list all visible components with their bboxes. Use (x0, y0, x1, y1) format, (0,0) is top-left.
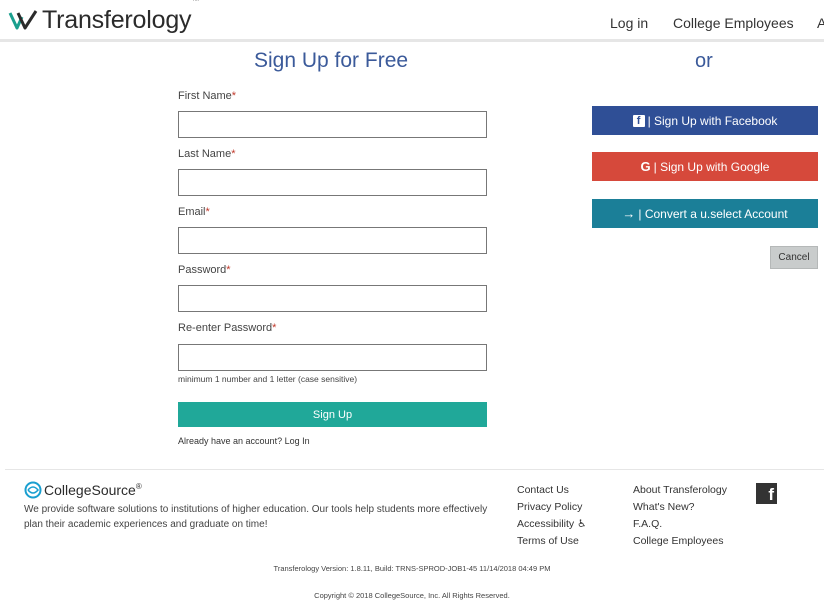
first-name-input[interactable] (178, 111, 487, 138)
nav-log-in[interactable]: Log in (610, 15, 648, 31)
or-divider-text: or (695, 50, 713, 72)
footer-link-privacy-policy[interactable]: Privacy Policy (517, 501, 582, 513)
collegesource-description: We provide software solutions to institu… (24, 504, 488, 530)
footer-link-faq[interactable]: F.A.Q. (633, 518, 662, 530)
uselect-convert-label: | Convert a u.select Account (638, 206, 788, 221)
top-header: Transferology™ Log in College Employees … (0, 0, 824, 42)
google-icon: G (640, 159, 651, 174)
last-name-label: Last Name* (178, 148, 236, 160)
already-have-account-link[interactable]: Already have an account? Log In (178, 436, 310, 446)
transferology-logo[interactable]: Transferology™ (8, 0, 200, 35)
footer-link-college-employees[interactable]: College Employees (633, 535, 723, 547)
footer-divider (5, 469, 824, 470)
footer-link-about[interactable]: About Transferology (633, 484, 727, 496)
footer-link-accessibility[interactable]: Accessibility ♿ (517, 518, 587, 530)
footer-link-contact-us[interactable]: Contact Us (517, 484, 569, 496)
footer-link-whats-new[interactable]: What's New? (633, 501, 695, 513)
transferology-check-icon (8, 9, 38, 29)
accessibility-icon: ♿ (577, 518, 587, 530)
collegesource-globe-icon (24, 481, 42, 499)
copyright-text: Copyright © 2018 CollegeSource, Inc. All… (314, 591, 510, 600)
reenter-password-label: Re-enter Password* (178, 322, 277, 334)
collegesource-logo[interactable]: CollegeSource® (24, 481, 142, 499)
logo-text: Transferology™ (42, 0, 200, 34)
facebook-icon: f (632, 114, 645, 127)
facebook-signup-label: | Sign Up with Facebook (647, 113, 778, 128)
google-signup-label: | Sign Up with Google (653, 159, 770, 174)
password-input[interactable] (178, 285, 487, 312)
collegesource-text: CollegeSource® (44, 482, 142, 498)
facebook-footer-icon[interactable]: f (756, 483, 777, 504)
first-name-label: First Name* (178, 90, 237, 102)
facebook-signup-button[interactable]: f | Sign Up with Facebook (592, 106, 818, 135)
cancel-button[interactable]: Cancel (770, 246, 818, 269)
version-info: Transferology Version: 1.8.11, Build: TR… (273, 564, 551, 573)
password-label: Password* (178, 264, 231, 276)
page-title: Sign Up for Free (254, 49, 409, 72)
email-input[interactable] (178, 227, 487, 254)
sign-up-button[interactable]: Sign Up (178, 402, 487, 427)
footer-link-terms-of-use[interactable]: Terms of Use (517, 535, 579, 547)
reenter-password-input[interactable] (178, 344, 487, 371)
last-name-input[interactable] (178, 169, 487, 196)
google-signup-button[interactable]: G | Sign Up with Google (592, 152, 818, 181)
uselect-convert-button[interactable]: → | Convert a u.select Account (592, 199, 818, 228)
email-label: Email* (178, 206, 210, 218)
arrow-right-icon: → (622, 206, 636, 221)
password-hint: minimum 1 number and 1 letter (case sens… (178, 374, 358, 384)
nav-truncated-item[interactable]: A (817, 15, 824, 31)
nav-college-employees[interactable]: College Employees (673, 15, 794, 31)
